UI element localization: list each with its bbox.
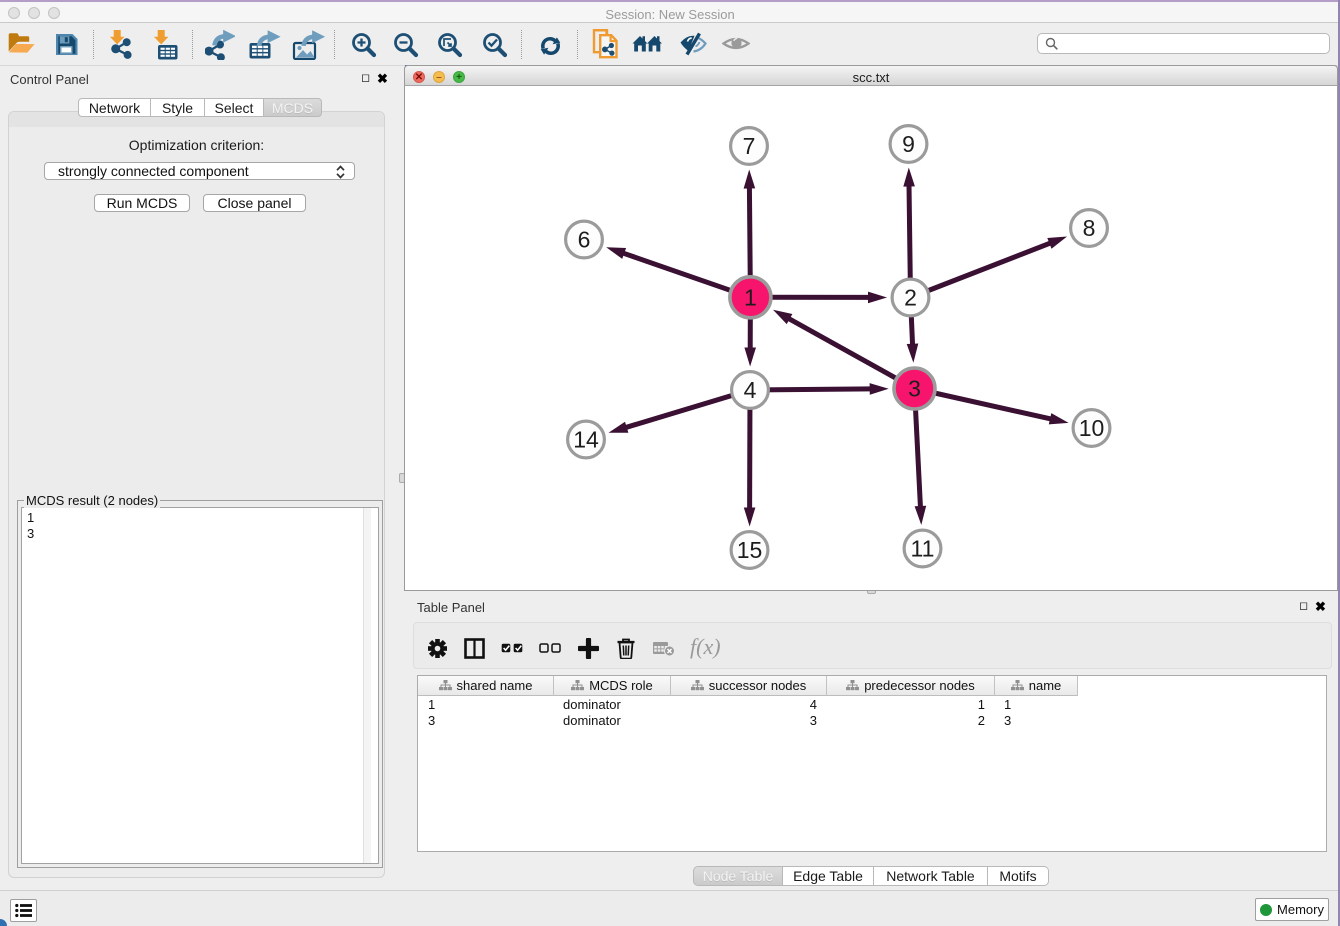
svg-text:8: 8 bbox=[1083, 215, 1096, 241]
svg-text:6: 6 bbox=[578, 227, 591, 253]
svg-text:3: 3 bbox=[908, 376, 921, 402]
svg-text:11: 11 bbox=[911, 536, 935, 562]
svg-text:14: 14 bbox=[573, 427, 599, 453]
svg-text:10: 10 bbox=[1079, 415, 1105, 441]
svg-text:9: 9 bbox=[902, 131, 915, 157]
svg-text:7: 7 bbox=[743, 133, 756, 159]
svg-text:1: 1 bbox=[744, 284, 757, 310]
svg-text:15: 15 bbox=[737, 537, 763, 563]
svg-text:4: 4 bbox=[744, 377, 757, 403]
svg-text:2: 2 bbox=[904, 285, 917, 311]
